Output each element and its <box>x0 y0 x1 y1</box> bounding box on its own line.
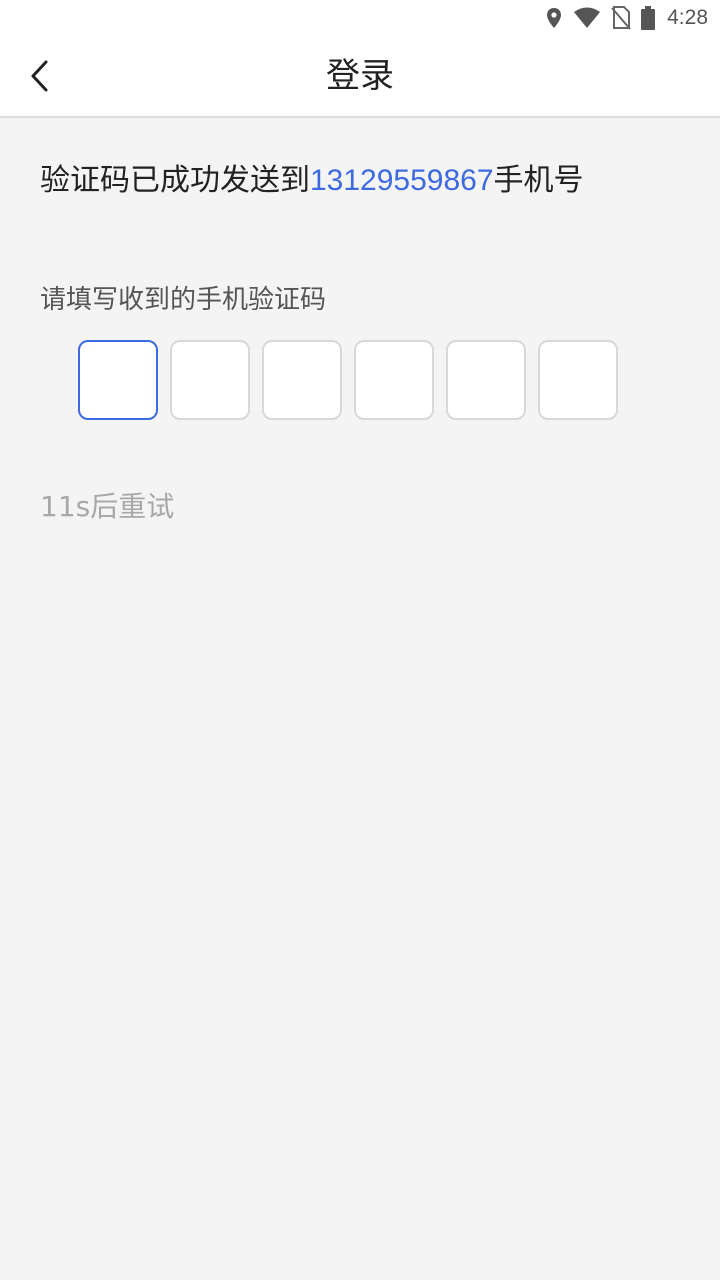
no-sim-icon <box>611 6 631 30</box>
sent-message: 验证码已成功发送到13129559867手机号 <box>40 160 584 202</box>
resend-timer: 11s后重试 <box>40 490 175 523</box>
phone-number: 13129559867 <box>310 164 494 197</box>
status-icons: 4:28 <box>545 6 708 30</box>
code-digit-box-6[interactable] <box>538 340 618 420</box>
status-bar: 4:28 <box>0 0 720 36</box>
code-digit-box-3[interactable] <box>262 340 342 420</box>
status-time: 4:28 <box>667 6 708 29</box>
page-title: 登录 <box>326 56 394 96</box>
battery-icon <box>641 6 656 30</box>
code-prompt: 请填写收到的手机验证码 <box>40 285 327 315</box>
wifi-icon <box>574 7 601 28</box>
sent-message-prefix: 验证码已成功发送到 <box>40 163 310 198</box>
code-digit-box-2[interactable] <box>170 340 250 420</box>
verification-code-input <box>78 340 618 420</box>
location-icon <box>547 8 562 28</box>
code-digit-box-4[interactable] <box>354 340 434 420</box>
nav-bar: 登录 <box>0 36 720 118</box>
code-digit-box-5[interactable] <box>446 340 526 420</box>
sent-message-suffix: 手机号 <box>493 163 584 198</box>
code-digit-box-1[interactable] <box>78 340 158 420</box>
